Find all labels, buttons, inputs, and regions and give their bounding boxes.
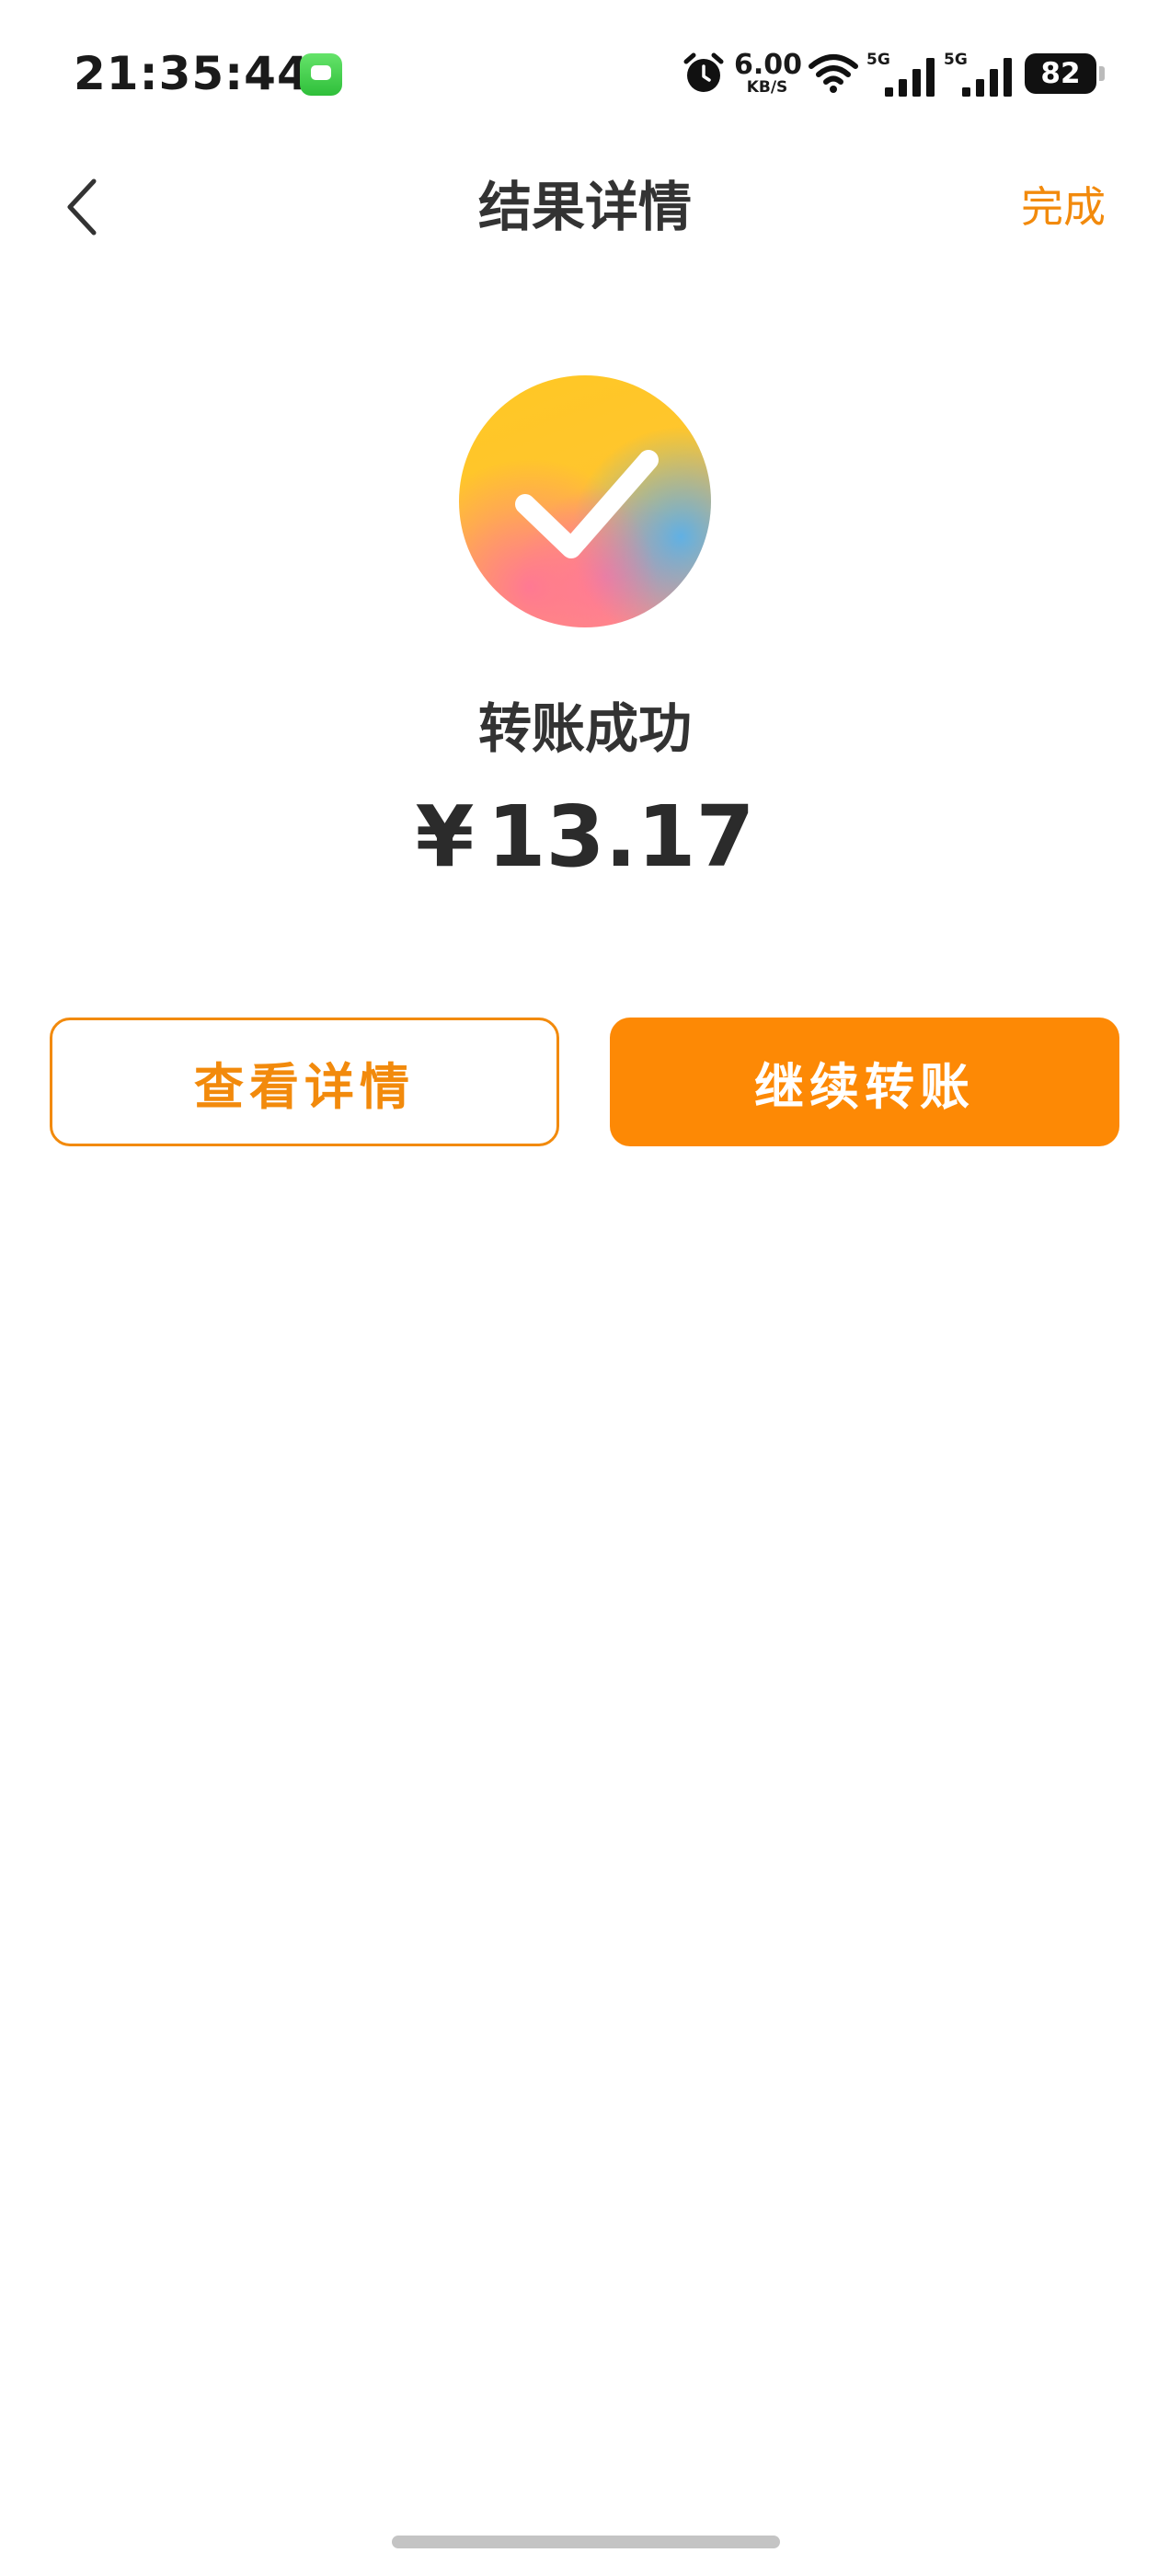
chevron-left-icon [67,178,97,236]
nav-bar: 结果详情 完成 [0,147,1170,267]
alarm-clock-icon [683,52,724,92]
battery-level: 82 [1040,57,1081,90]
view-details-button[interactable]: 查看详情 [50,1018,559,1146]
result-status: 转账成功 [477,697,692,760]
wifi-icon [809,54,858,93]
home-indicator[interactable] [392,2536,780,2548]
currency-symbol: ¥ [415,788,475,886]
sim1-signal-icon: 5G [866,51,936,97]
network-speed-value: 6.00 [734,49,803,81]
battery-icon: 82 [1025,53,1105,94]
back-button[interactable] [46,170,120,244]
sim2-signal-icon: 5G [944,51,1014,97]
network-speed-unit: KB/S [746,78,788,97]
status-time: 21:35:44 [74,47,310,100]
network-speed: 6.00 KB/S [734,49,803,97]
transfer-amount: ¥13.17 [0,787,1170,888]
page-title: 结果详情 [477,176,692,238]
status-indicators: 6.00 KB/S 5G 5G 82 [681,46,1105,101]
messages-app-icon [300,53,342,96]
done-button[interactable]: 完成 [1021,147,1106,267]
success-check-icon [459,375,711,627]
continue-transfer-button[interactable]: 继续转账 [610,1018,1119,1146]
status-bar: 21:35:44 6.00 KB/S 5G 5G 82 [0,0,1170,147]
amount-value: 13.17 [487,788,755,886]
